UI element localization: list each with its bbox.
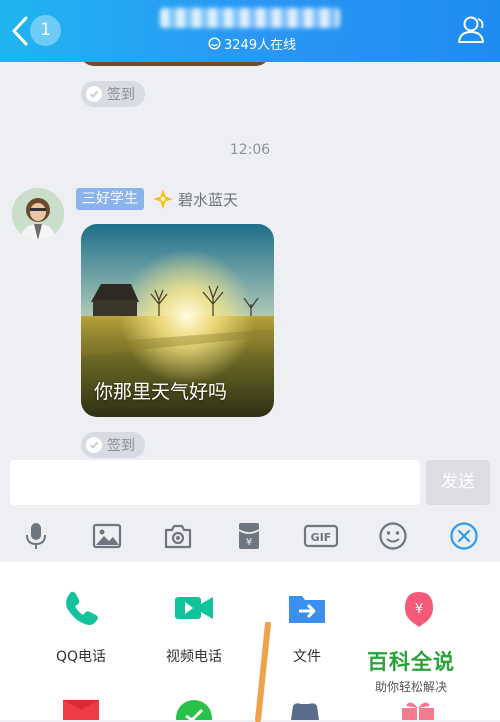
message-timestamp: 12:06 [229, 142, 271, 158]
svg-text:GIF: GIF [311, 531, 332, 544]
red-envelope-icon[interactable] [61, 698, 101, 720]
file-transfer-icon [289, 596, 325, 623]
image-caption: 你那里天气好吗 [94, 381, 228, 403]
sender-avatar[interactable] [12, 188, 64, 240]
check-icon [86, 86, 102, 102]
watermark-title: 百科全说 [367, 650, 455, 674]
video-camera-icon [175, 597, 213, 619]
unread-count-badge[interactable]: 1 [30, 15, 61, 46]
signin-tag[interactable]: 签到 [81, 432, 145, 458]
sender-name[interactable]: 碧水蓝天 [178, 189, 238, 210]
group-members-icon[interactable] [456, 13, 488, 45]
video-call-label: 视频电话 [166, 649, 222, 665]
qq-call-button[interactable]: QQ电话 [31, 588, 131, 666]
group-title-redacted [160, 8, 340, 28]
red-packet-yuan-icon: ¥ [405, 592, 433, 627]
signin-label: 签到 [107, 438, 135, 454]
chat-message-list[interactable]: 签到 12:06 三好学生 碧水蓝天 你那里天气好吗 签到 [0, 62, 500, 460]
member-level-badge: 三好学生 [76, 188, 144, 210]
watermark: 百科全说 助你轻松解决 [366, 646, 456, 695]
check-circle-icon[interactable] [174, 698, 214, 720]
back-chevron-icon[interactable] [8, 14, 32, 48]
game-controller-icon[interactable] [285, 698, 325, 720]
chat-header: 1 3249人在线 [0, 0, 500, 62]
gift-icon[interactable] [398, 698, 438, 720]
svg-text:¥: ¥ [415, 602, 423, 617]
composer: 发送 [0, 460, 500, 510]
previous-image-message[interactable] [80, 62, 270, 66]
phone-icon [66, 591, 98, 625]
red-packet-icon[interactable]: ¥ [234, 521, 264, 551]
red-packet-button[interactable]: ¥ [369, 588, 469, 628]
video-call-button[interactable]: 视频电话 [144, 588, 244, 666]
watermark-subtitle: 助你轻松解决 [374, 680, 447, 694]
gif-icon[interactable]: GIF [303, 521, 339, 551]
camera-icon[interactable] [163, 521, 193, 551]
close-panel-icon[interactable] [449, 521, 479, 551]
qq-call-label: QQ电话 [55, 649, 107, 665]
microphone-icon[interactable] [21, 521, 51, 551]
svg-text:¥: ¥ [246, 537, 252, 548]
emoji-icon[interactable] [378, 521, 408, 551]
online-status-icon [208, 36, 221, 50]
send-button[interactable]: 发送 [426, 460, 490, 505]
online-count: 3249人在线 [208, 34, 297, 53]
message-input[interactable] [10, 460, 420, 505]
check-icon [86, 437, 102, 453]
signin-label: 签到 [107, 87, 135, 103]
image-icon[interactable] [92, 521, 122, 551]
signin-tag[interactable]: 签到 [81, 81, 145, 107]
orange-annotation-stroke [255, 622, 271, 722]
input-toolbar: ¥ GIF [0, 510, 500, 562]
online-count-text: 3249人在线 [224, 37, 297, 53]
sparkle-star-icon [153, 189, 173, 209]
image-message[interactable]: 你那里天气好吗 [81, 224, 274, 417]
